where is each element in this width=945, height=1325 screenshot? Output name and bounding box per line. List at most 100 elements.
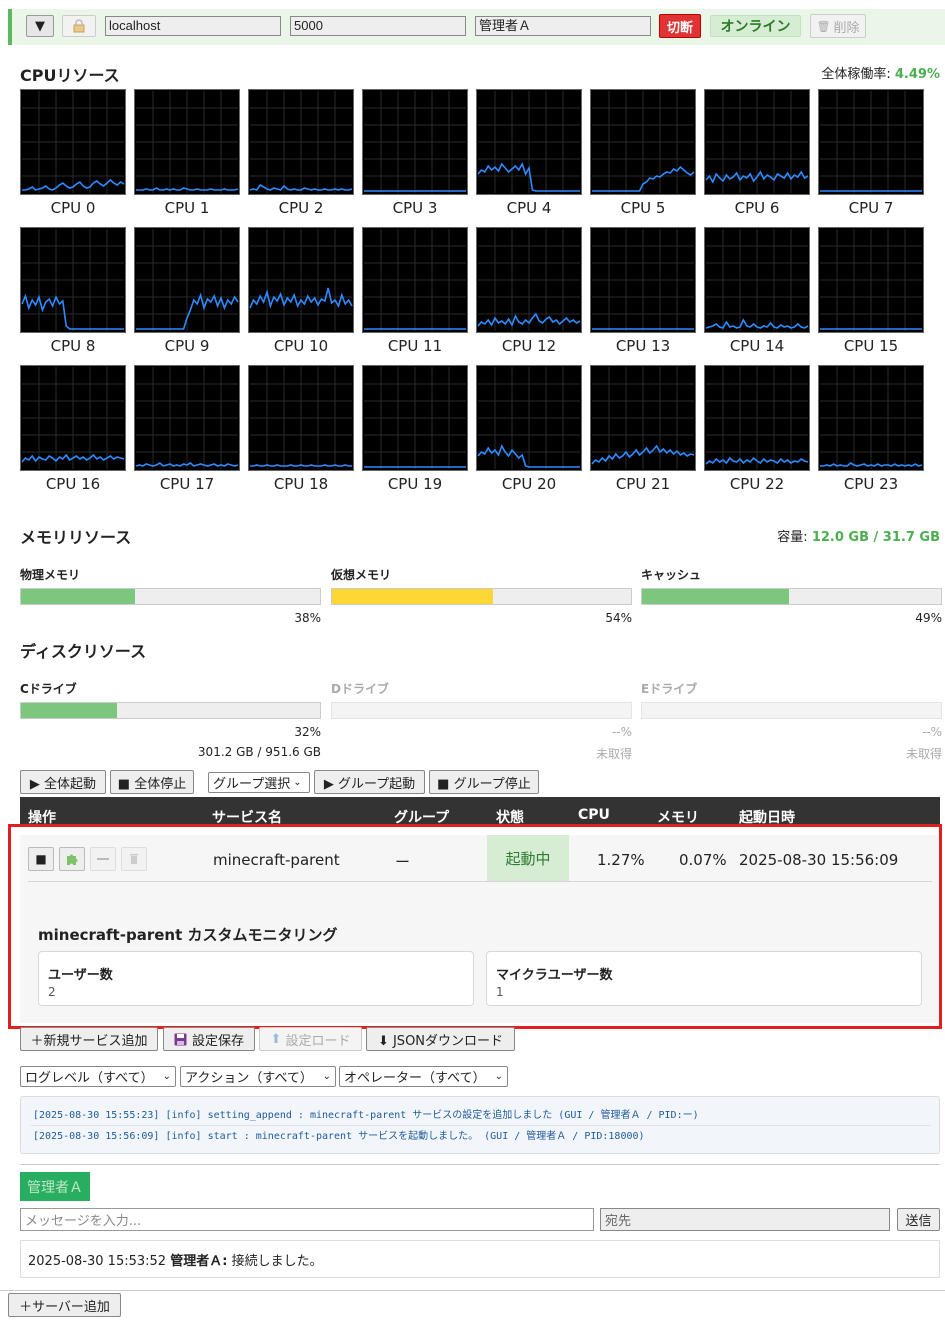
disconnect-button[interactable]: 切断 bbox=[659, 14, 701, 38]
cpu-label: CPU 0 bbox=[50, 199, 96, 217]
e-drive-meter: Eドライブ --% 未取得 bbox=[641, 680, 942, 762]
cpu-usage-chart bbox=[476, 365, 582, 471]
cpu-usage-chart bbox=[590, 89, 696, 195]
cpu-usage-chart bbox=[704, 227, 810, 333]
cpu-label: CPU 17 bbox=[159, 475, 215, 493]
d-drive-meter: Dドライブ --% 未取得 bbox=[331, 680, 632, 762]
cpu-core-graph: CPU 20 bbox=[476, 365, 582, 493]
cpu-usage-chart bbox=[818, 365, 924, 471]
c-drive-meter: Cドライブ 32% 301.2 GB / 951.6 GB bbox=[20, 680, 321, 759]
log-line: [2025-08-30 15:56:09] [info] start : min… bbox=[33, 1131, 645, 1142]
collapse-toggle-button[interactable]: ▼ bbox=[26, 15, 54, 37]
online-status-badge: オンライン bbox=[710, 15, 801, 37]
chat-messages: 2025-08-30 15:53:52 管理者Ａ: 接続しました。 bbox=[20, 1240, 940, 1278]
recipient-input[interactable]: 宛先 bbox=[600, 1208, 890, 1231]
add-service-button[interactable]: ＋新規サービス追加 bbox=[20, 1027, 158, 1051]
stop-all-button[interactable]: ■ 全体停止 bbox=[110, 770, 194, 794]
operator-input[interactable]: 管理者Ａ bbox=[475, 16, 651, 36]
cpu-label: CPU 6 bbox=[734, 199, 780, 217]
memory-section-title: メモリリソース bbox=[20, 528, 132, 547]
action-value: アクション（すべて） bbox=[185, 1071, 313, 1086]
cpu-label: CPU 7 bbox=[848, 199, 894, 217]
cpu-usage-chart bbox=[134, 227, 240, 333]
start-all-button[interactable]: ▶ 全体起動 bbox=[20, 770, 106, 794]
cpu-core-graph: CPU 9 bbox=[134, 227, 240, 355]
memory-capacity-label: 容量: bbox=[777, 530, 808, 545]
service-table-header: 操作 サービス名 グループ 状態 CPU メモリ 起動日時 bbox=[20, 797, 940, 827]
cpu-section-title: CPUリソース bbox=[20, 66, 120, 85]
cpu-usage-value: 4.49% bbox=[894, 67, 940, 82]
cpu-label: CPU 18 bbox=[273, 475, 329, 493]
log-level-value: ログレベル（すべて） bbox=[25, 1071, 154, 1086]
cpu-usage-chart bbox=[704, 89, 810, 195]
cpu-label: CPU 15 bbox=[843, 337, 899, 355]
cache-memory-meter: キャッシュ 49% bbox=[641, 566, 942, 625]
cpu-usage-chart bbox=[476, 227, 582, 333]
cpu-core-graph: CPU 16 bbox=[20, 365, 126, 493]
cpu-core-graph: CPU 1 bbox=[134, 89, 240, 217]
upload-icon: ⬆ bbox=[270, 1031, 282, 1047]
meter-percent: 32% bbox=[294, 725, 321, 739]
meter-title: Cドライブ bbox=[20, 682, 77, 696]
cpu-core-graph: CPU 12 bbox=[476, 227, 582, 355]
add-server-button[interactable]: ＋サーバー追加 bbox=[8, 1293, 121, 1317]
meter-bar bbox=[331, 702, 632, 719]
lock-button[interactable] bbox=[62, 15, 96, 37]
meter-percent: --% bbox=[611, 725, 632, 739]
delete-label: 削除 bbox=[833, 20, 860, 36]
load-config-button[interactable]: ⬆ 設定ロード bbox=[259, 1027, 362, 1051]
meter-percent: 38% bbox=[294, 611, 321, 625]
cpu-core-graph: CPU 10 bbox=[248, 227, 354, 355]
highlight-box bbox=[8, 824, 942, 1029]
cpu-label: CPU 11 bbox=[387, 337, 443, 355]
cpu-core-graph: CPU 21 bbox=[590, 365, 696, 493]
meter-fill bbox=[21, 703, 117, 718]
cpu-core-graph: CPU 0 bbox=[20, 89, 126, 217]
cpu-label: CPU 21 bbox=[615, 475, 671, 493]
cpu-label: CPU 16 bbox=[45, 475, 101, 493]
chat-message-time: 2025-08-30 15:53:52 bbox=[28, 1254, 167, 1269]
virtual-memory-meter: 仮想メモリ 54% bbox=[331, 566, 632, 625]
divider bbox=[20, 1164, 940, 1165]
cpu-core-graph: CPU 13 bbox=[590, 227, 696, 355]
meter-percent: 54% bbox=[605, 611, 632, 625]
cpu-core-graph: CPU 7 bbox=[818, 89, 924, 217]
trash-icon: 🗑 bbox=[816, 19, 831, 33]
log-line: [2025-08-30 15:55:23] [info] setting_app… bbox=[33, 1110, 699, 1121]
cpu-label: CPU 14 bbox=[729, 337, 785, 355]
cpu-total-usage: 全体稼働率: 4.49% bbox=[821, 63, 940, 82]
lock-icon bbox=[73, 19, 85, 33]
meter-bar bbox=[641, 702, 942, 719]
host-input[interactable]: localhost bbox=[105, 16, 281, 36]
group-stop-button[interactable]: ■ グループ停止 bbox=[429, 770, 539, 794]
meter-title: キャッシュ bbox=[641, 568, 702, 582]
operator-select[interactable]: オペレーター（すべて） ⌄ bbox=[339, 1066, 508, 1087]
port-input[interactable]: 5000 bbox=[290, 16, 466, 36]
chevron-down-icon: ⌄ bbox=[293, 777, 302, 788]
connection-bar: ▼ localhost 5000 管理者Ａ 切断 オンライン 🗑 削除 bbox=[8, 9, 945, 45]
cpu-core-graph: CPU 4 bbox=[476, 89, 582, 217]
message-input[interactable]: メッセージを入力... bbox=[20, 1208, 594, 1231]
cpu-core-graph: CPU 14 bbox=[704, 227, 810, 355]
download-json-button[interactable]: ⬇ JSONダウンロード bbox=[366, 1027, 515, 1051]
cpu-usage-chart bbox=[20, 89, 126, 195]
chevron-down-icon: ⌄ bbox=[162, 1071, 171, 1082]
cpu-core-graph: CPU 8 bbox=[20, 227, 126, 355]
cpu-core-graph: CPU 23 bbox=[818, 365, 924, 493]
action-select[interactable]: アクション（すべて） ⌄ bbox=[180, 1066, 336, 1087]
meter-title: 仮想メモリ bbox=[331, 568, 392, 582]
group-start-button[interactable]: ▶ グループ起動 bbox=[314, 770, 425, 794]
send-button[interactable]: 送信 bbox=[897, 1208, 940, 1231]
meter-bar bbox=[641, 588, 942, 605]
cpu-usage-chart bbox=[362, 89, 468, 195]
save-config-button[interactable]: 設定保存 bbox=[163, 1027, 255, 1051]
group-select[interactable]: グループ選択 ⌄ bbox=[208, 772, 310, 793]
cpu-label: CPU 20 bbox=[501, 475, 557, 493]
chat-user-tag[interactable]: 管理者Ａ bbox=[20, 1172, 90, 1201]
log-level-select[interactable]: ログレベル（すべて） ⌄ bbox=[20, 1066, 176, 1087]
delete-button[interactable]: 🗑 削除 bbox=[810, 14, 866, 38]
cpu-usage-chart bbox=[476, 89, 582, 195]
drive-detail: 未取得 bbox=[905, 747, 942, 761]
meter-bar bbox=[20, 588, 321, 605]
cpu-usage-chart bbox=[704, 365, 810, 471]
